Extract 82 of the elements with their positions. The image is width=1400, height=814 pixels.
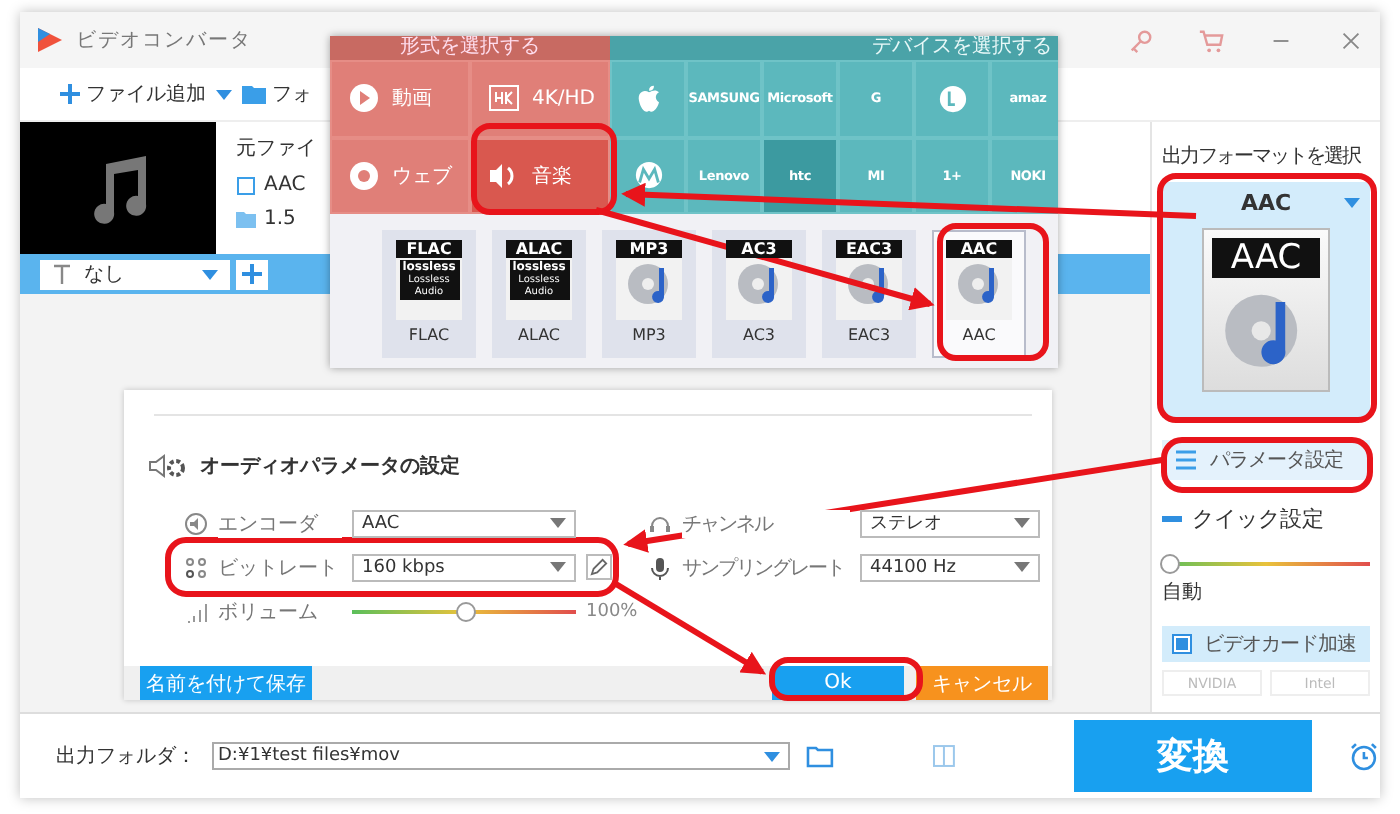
dropdown[interactable]: 44100 Hz	[860, 553, 1040, 581]
folder-icon	[236, 209, 256, 229]
save-as-button[interactable]: 名前を付けて保存	[140, 666, 312, 700]
category-tab[interactable]: ウェブ	[330, 137, 470, 214]
format-tile[interactable]: EAC3 EAC3	[822, 230, 916, 358]
play-icon	[348, 82, 380, 115]
output-format-label: 出力フォーマットを選択	[1162, 143, 1363, 170]
output-folder-field[interactable]: D:¥1¥test files¥mov	[212, 742, 790, 770]
device-tab[interactable]	[914, 60, 990, 137]
dropdown[interactable]: 160 kbps	[352, 553, 576, 581]
dropdown[interactable]: ステレオ	[860, 509, 1040, 537]
format-badge: AC3	[726, 240, 792, 258]
dots-icon	[184, 555, 208, 579]
format-tile[interactable]: AC3 AC3	[712, 230, 806, 358]
format-section-header: 形式を選択する	[330, 36, 610, 60]
circle-logo-icon	[937, 83, 967, 114]
caret-icon	[550, 518, 566, 528]
format-tile[interactable]: AAC AAC	[932, 230, 1026, 358]
add-file-button[interactable]: ファイル追加	[60, 80, 206, 108]
field-label: チャンネル	[682, 509, 850, 537]
headset-icon	[648, 511, 672, 535]
gpu-acceleration-label: ビデオカード加速	[1204, 631, 1356, 658]
device-section-header: デバイスを選択する	[610, 36, 1058, 60]
gpu-checkbox[interactable]	[1172, 634, 1192, 654]
circle-logo-icon	[633, 160, 663, 191]
subtitle-dropdown[interactable]: なし	[40, 259, 230, 289]
edit-button[interactable]	[586, 554, 612, 580]
merge-icon[interactable]	[929, 744, 958, 768]
cart-icon[interactable]	[1198, 27, 1224, 53]
device-tab[interactable]	[610, 60, 686, 137]
category-tab[interactable]: 動画	[330, 60, 470, 137]
audio-file-icon	[236, 175, 256, 195]
format-tile[interactable]: MP3 MP3	[602, 230, 696, 358]
alarm-clock-icon[interactable]	[1348, 740, 1380, 772]
close-icon[interactable]	[1338, 27, 1364, 53]
slider-icon	[1162, 516, 1182, 522]
category-tab[interactable]: 4K/HD	[470, 60, 610, 137]
highlight-outline	[937, 223, 1049, 361]
sliders-icon	[1174, 448, 1198, 472]
app-logo-icon	[36, 26, 64, 54]
format-badge: AAC	[946, 240, 1012, 258]
caret-icon[interactable]	[216, 89, 232, 99]
4k-icon	[488, 82, 520, 115]
output-format-selector[interactable]: AAC AAC	[1162, 182, 1370, 418]
caret-icon	[1344, 198, 1360, 208]
file-size: 1.5	[264, 208, 296, 230]
signal-bars-icon	[184, 599, 208, 623]
quick-settings-label: クイック設定	[1192, 504, 1324, 534]
file-heading: 元ファイ	[236, 136, 316, 162]
text-icon	[52, 264, 72, 284]
add-folder-button[interactable]: フォ	[242, 80, 312, 108]
format-badge: ALAC	[506, 240, 572, 258]
dropdown[interactable]: AAC	[352, 509, 576, 537]
format-badge: EAC3	[836, 240, 902, 258]
format-badge: FLAC	[396, 240, 462, 258]
caret-icon	[1014, 562, 1030, 572]
file-format: AAC	[264, 174, 306, 196]
microphone-icon	[648, 555, 672, 579]
window-title: ビデオコンバータ	[76, 28, 252, 54]
folder-icon[interactable]	[805, 744, 834, 768]
format-badge: AAC	[1212, 238, 1320, 278]
speaker-gear-icon	[148, 452, 188, 480]
speaker-icon	[184, 511, 208, 535]
plus-icon	[242, 264, 262, 284]
caret-icon	[550, 562, 566, 572]
dialog-title: オーディオパラメータの設定	[200, 452, 460, 480]
format-name: AAC	[1240, 190, 1292, 216]
quality-label: 自動	[1162, 580, 1204, 606]
output-folder-label: 出力フォルダ：	[56, 743, 196, 770]
caret-icon	[763, 751, 780, 761]
plus-icon	[60, 84, 80, 104]
volume-reading: 100%	[586, 601, 638, 621]
pencil-icon	[590, 558, 608, 576]
caret-icon	[202, 269, 218, 279]
folder-icon	[242, 84, 266, 104]
cancel-button[interactable]: キャンセル	[916, 666, 1048, 700]
apple-icon	[633, 83, 663, 114]
convert-button[interactable]: 変換	[1073, 720, 1313, 792]
format-badge: MP3	[616, 240, 682, 258]
add-subtitle-button[interactable]	[236, 259, 268, 289]
key-icon[interactable]	[1128, 27, 1154, 53]
caret-icon	[1014, 518, 1030, 528]
